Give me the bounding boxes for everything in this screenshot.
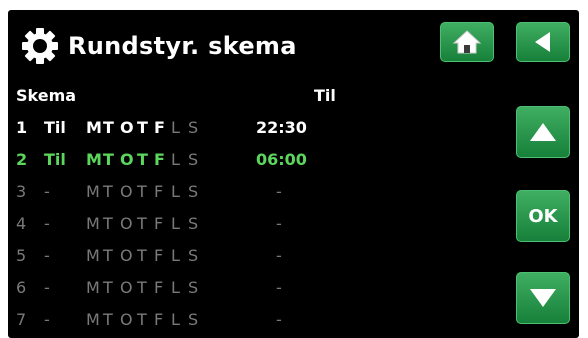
- day-wednesday: O: [120, 246, 133, 265]
- day-sunday: S: [188, 246, 199, 265]
- row-time: 22:30: [256, 118, 307, 137]
- day-monday: M: [86, 214, 100, 233]
- row-mode: -: [44, 214, 50, 233]
- row-mode: Til: [44, 118, 66, 137]
- day-thursday: T: [137, 310, 147, 329]
- row-number: 4: [16, 214, 27, 233]
- day-tuesday: T: [103, 118, 114, 137]
- day-friday: F: [154, 278, 164, 297]
- schedule-row-2[interactable]: 2 Til MT O T F L S 06:00: [8, 150, 498, 180]
- column-header-to: Til: [314, 86, 336, 105]
- day-tuesday: T: [103, 278, 113, 297]
- row-mode: -: [44, 182, 50, 201]
- row-number: 5: [16, 246, 27, 265]
- row-time: -: [276, 278, 282, 297]
- row-days: MTOTFLS: [86, 182, 205, 201]
- row-mode: -: [44, 246, 50, 265]
- gear-icon: [22, 28, 58, 64]
- scroll-down-button[interactable]: [516, 272, 570, 324]
- ok-button[interactable]: OK: [516, 190, 570, 242]
- screen: Rundstyr. skema Skema Til 1 Til MT O T F L S …: [8, 10, 579, 338]
- day-tuesday: T: [103, 310, 113, 329]
- day-sunday: S: [188, 278, 199, 297]
- home-icon: [452, 30, 482, 54]
- day-saturday: L: [171, 182, 180, 201]
- row-number: 7: [16, 310, 27, 329]
- row-days: MTOTFLS: [86, 246, 205, 265]
- day-wednesday: O: [120, 278, 133, 297]
- day-wednesday: O: [120, 118, 134, 137]
- day-thursday: T: [137, 150, 148, 169]
- day-tuesday: T: [103, 182, 113, 201]
- down-arrow-icon: [530, 289, 556, 307]
- day-tuesday: T: [103, 150, 114, 169]
- day-monday: M: [86, 310, 100, 329]
- day-tuesday: T: [103, 214, 113, 233]
- day-friday: F: [154, 310, 164, 329]
- row-number: 6: [16, 278, 27, 297]
- day-wednesday: O: [120, 310, 133, 329]
- row-time: -: [276, 310, 282, 329]
- row-number: 3: [16, 182, 27, 201]
- day-friday: F: [154, 118, 165, 137]
- day-wednesday: O: [120, 214, 133, 233]
- up-arrow-icon: [530, 123, 556, 141]
- row-days: MTOTFLS: [86, 150, 205, 169]
- scroll-up-button[interactable]: [516, 106, 570, 158]
- day-thursday: T: [137, 182, 147, 201]
- row-time: 06:00: [256, 150, 307, 169]
- schedule-row-1[interactable]: 1 Til MT O T F L S 22:30: [8, 118, 498, 148]
- row-mode: -: [44, 310, 50, 329]
- day-sunday: S: [188, 182, 199, 201]
- schedule-row-5[interactable]: 5 - MTOTFLS -: [8, 246, 498, 276]
- day-tuesday: T: [103, 246, 113, 265]
- column-header-schedule: Skema: [16, 86, 77, 105]
- schedule-row-3[interactable]: 3 - MTOTFLS -: [8, 182, 498, 212]
- row-number: 2: [16, 150, 28, 169]
- day-thursday: T: [137, 246, 147, 265]
- page-title: Rundstyr. skema: [68, 32, 297, 60]
- day-wednesday: O: [120, 150, 134, 169]
- row-days: MTOTFLS: [86, 214, 205, 233]
- day-monday: M: [86, 278, 100, 297]
- row-mode: Til: [44, 150, 66, 169]
- row-number: 1: [16, 118, 28, 137]
- day-monday: M: [86, 118, 102, 137]
- day-saturday: L: [171, 118, 180, 137]
- day-sunday: S: [188, 118, 199, 137]
- row-time: -: [276, 214, 282, 233]
- day-thursday: T: [137, 214, 147, 233]
- day-wednesday: O: [120, 182, 133, 201]
- day-saturday: L: [171, 278, 180, 297]
- row-mode: -: [44, 278, 50, 297]
- day-sunday: S: [188, 150, 199, 169]
- header: Rundstyr. skema: [8, 10, 579, 82]
- day-sunday: S: [188, 214, 199, 233]
- day-saturday: L: [171, 310, 180, 329]
- row-time: -: [276, 246, 282, 265]
- day-friday: F: [154, 214, 164, 233]
- row-days: MTOTFLS: [86, 278, 205, 297]
- day-friday: F: [154, 182, 164, 201]
- home-button[interactable]: [440, 22, 494, 62]
- day-sunday: S: [188, 310, 199, 329]
- day-friday: F: [154, 150, 165, 169]
- day-monday: M: [86, 246, 100, 265]
- day-saturday: L: [171, 246, 180, 265]
- day-monday: M: [86, 150, 102, 169]
- schedule-row-6[interactable]: 6 - MTOTFLS -: [8, 278, 498, 308]
- back-arrow-icon: [535, 32, 550, 52]
- day-saturday: L: [171, 150, 180, 169]
- row-days: MTOTFLS: [86, 310, 205, 329]
- row-days: MTOTFLS: [86, 118, 205, 137]
- day-saturday: L: [171, 214, 180, 233]
- day-thursday: T: [137, 278, 147, 297]
- schedule-row-7[interactable]: 7 - MTOTFLS -: [8, 310, 498, 338]
- day-friday: F: [154, 246, 164, 265]
- day-thursday: T: [137, 118, 148, 137]
- day-monday: M: [86, 182, 100, 201]
- back-button[interactable]: [516, 22, 570, 62]
- schedule-row-4[interactable]: 4 - MTOTFLS -: [8, 214, 498, 244]
- row-time: -: [276, 182, 282, 201]
